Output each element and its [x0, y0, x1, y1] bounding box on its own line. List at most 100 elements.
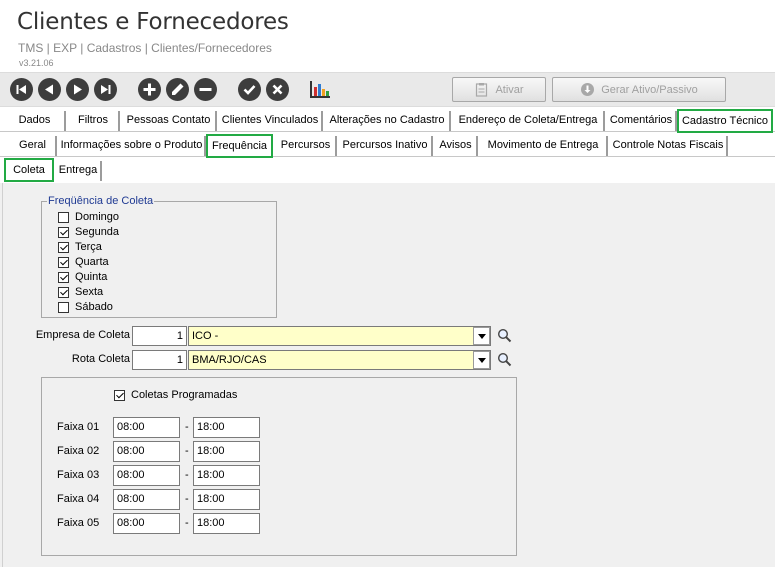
delete-button[interactable] [194, 78, 217, 101]
tab-entrega[interactable]: Entrega [56, 161, 102, 181]
faixa-start-input[interactable]: 08:00 [113, 465, 180, 486]
checkbox-box[interactable] [58, 241, 69, 253]
add-button[interactable] [138, 78, 161, 101]
faixa-start-input[interactable]: 08:00 [113, 417, 180, 438]
faixa-label: Faixa 03 [57, 469, 100, 481]
ativar-button[interactable]: Ativar [452, 77, 546, 102]
checkbox-label: Terça [75, 241, 102, 253]
tab-comentarios[interactable]: Comentários [607, 111, 677, 131]
minus-icon [199, 88, 212, 91]
version-label: v3.21.06 [19, 58, 54, 68]
tab-movimento-entrega[interactable]: Movimento de Entrega [480, 136, 608, 156]
range-dash: - [185, 517, 189, 529]
tab-endereco-coleta-entrega[interactable]: Endereço de Coleta/Entrega [453, 111, 605, 131]
report-button[interactable] [308, 78, 332, 101]
previous-record-button[interactable] [38, 78, 61, 101]
frequencia-legend: Freqüência de Coleta [48, 195, 154, 207]
empresa-coleta-label: Empresa de Coleta [35, 329, 130, 341]
faixa-end-input[interactable]: 18:00 [193, 441, 260, 462]
rota-coleta-code-input[interactable]: 1 [132, 350, 187, 370]
checkbox-box[interactable] [58, 286, 69, 298]
tab-alteracoes-cadastro[interactable]: Alterações no Cadastro [325, 111, 451, 131]
search-icon[interactable] [497, 352, 512, 367]
play-right-icon [74, 84, 82, 95]
checkbox-label: Segunda [75, 226, 120, 238]
faixa-start-input[interactable]: 08:00 [113, 513, 180, 534]
next-record-button[interactable] [66, 78, 89, 101]
faixa-end-input[interactable]: 18:00 [193, 513, 260, 534]
tab-avisos[interactable]: Avisos [435, 136, 478, 156]
plus-icon [143, 83, 156, 96]
confirm-button[interactable] [238, 78, 261, 101]
tab-percursos[interactable]: Percursos [276, 136, 337, 156]
range-dash: - [185, 445, 189, 457]
cancel-button[interactable] [266, 78, 289, 101]
faixa-label: Faixa 04 [57, 493, 100, 505]
main-tabs-baseline [0, 131, 775, 132]
checkbox-label: Sábado [75, 301, 113, 313]
checkbox-box[interactable] [58, 301, 69, 313]
rota-coleta-label: Rota Coleta [71, 353, 130, 365]
checkbox-box[interactable] [58, 256, 69, 268]
content-left-border [2, 183, 3, 567]
edit-button[interactable] [166, 78, 189, 101]
tab-geral[interactable]: Geral [10, 136, 57, 156]
faixa-label: Faixa 05 [57, 517, 100, 529]
tab-controle-notas-fiscais[interactable]: Controle Notas Fiscais [610, 136, 728, 156]
skip-last-icon [101, 85, 111, 94]
checkbox-terca[interactable]: Terça [58, 240, 102, 254]
checkbox-segunda[interactable]: Segunda [58, 225, 119, 239]
faixa-label: Faixa 01 [57, 421, 100, 433]
faixa-end-input[interactable]: 18:00 [193, 417, 260, 438]
tab-dados[interactable]: Dados [5, 111, 66, 131]
range-dash: - [185, 469, 189, 481]
faixa-end-input[interactable]: 18:00 [193, 489, 260, 510]
checkbox-box[interactable] [58, 271, 69, 283]
gerar-label: Gerar Ativo/Passivo [601, 83, 698, 96]
checkbox-domingo[interactable]: Domingo [58, 210, 119, 224]
checkbox-box[interactable] [114, 389, 125, 401]
checkbox-quarta[interactable]: Quarta [58, 255, 109, 269]
tab-percursos-inativo[interactable]: Percursos Inativo [339, 136, 433, 156]
empresa-coleta-select[interactable]: ICO - [188, 326, 491, 346]
page-title: Clientes e Fornecedores [17, 9, 289, 35]
skip-first-icon [16, 85, 26, 94]
rota-coleta-dropdown-button[interactable] [473, 351, 490, 369]
checkbox-label: Domingo [75, 211, 120, 223]
checkbox-quinta[interactable]: Quinta [58, 270, 107, 284]
play-left-icon [45, 84, 53, 95]
checkbox-box[interactable] [58, 211, 69, 223]
checkbox-sabado[interactable]: Sábado [58, 300, 113, 314]
checkbox-box[interactable] [58, 226, 69, 238]
checkbox-coletas-programadas[interactable]: Coletas Programadas [114, 388, 237, 402]
tab-coleta[interactable]: Coleta [4, 158, 54, 182]
faixa-start-input[interactable]: 08:00 [113, 489, 180, 510]
tab-pessoas-contato[interactable]: Pessoas Contato [122, 111, 217, 131]
empresa-coleta-code-input[interactable]: 1 [132, 326, 187, 346]
gerar-ativo-passivo-button[interactable]: Gerar Ativo/Passivo [552, 77, 726, 102]
tab-filtros[interactable]: Filtros [68, 111, 120, 131]
sub-tabs-baseline [0, 156, 775, 157]
tab-frequencia[interactable]: Frequência [206, 134, 273, 158]
tab-cadastro-tecnico[interactable]: Cadastro Técnico [677, 109, 773, 133]
range-dash: - [185, 421, 189, 433]
faixa-end-input[interactable]: 18:00 [193, 465, 260, 486]
clipboard-icon [476, 83, 488, 97]
download-icon [581, 83, 595, 96]
checkbox-label: Coletas Programadas [131, 389, 238, 401]
empresa-coleta-dropdown-button[interactable] [473, 327, 490, 345]
search-icon[interactable] [497, 328, 512, 343]
rota-coleta-select[interactable]: BMA/RJO/CAS [188, 350, 491, 370]
checkbox-sexta[interactable]: Sexta [58, 285, 103, 299]
tab-informacoes-produto[interactable]: Informações sobre o Produto [59, 136, 206, 156]
tab-clientes-vinculados[interactable]: Clientes Vinculados [219, 111, 323, 131]
check-icon [243, 85, 256, 95]
breadcrumb: TMS | EXP | Cadastros | Clientes/Fornece… [18, 41, 272, 55]
bar-chart-icon [310, 81, 330, 98]
last-record-button[interactable] [94, 78, 117, 101]
ativar-label: Ativar [495, 83, 524, 96]
faixa-start-input[interactable]: 08:00 [113, 441, 180, 462]
faixa-label: Faixa 02 [57, 445, 100, 457]
checkbox-label: Quinta [75, 271, 108, 283]
first-record-button[interactable] [10, 78, 33, 101]
